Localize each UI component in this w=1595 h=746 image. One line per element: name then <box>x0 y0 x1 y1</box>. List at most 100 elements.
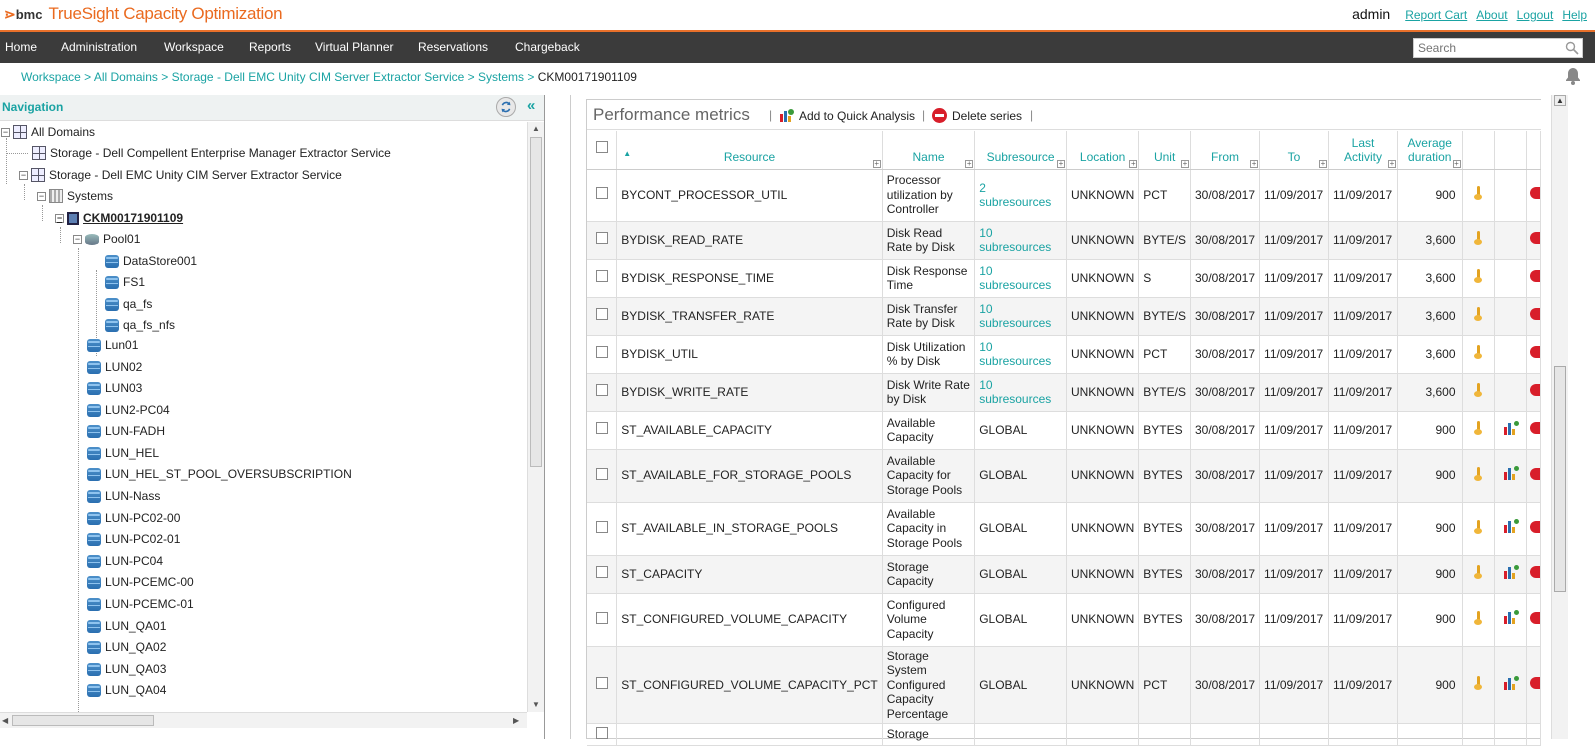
cell-subresource[interactable]: 10 subresources <box>974 221 1067 260</box>
delete-row-icon[interactable] <box>1530 611 1540 624</box>
add-chart-icon[interactable] <box>1503 564 1519 580</box>
delete-row-icon[interactable] <box>1530 677 1540 689</box>
menu-chargeback[interactable]: Chargeback <box>515 40 580 54</box>
scroll-up-arrow-icon[interactable]: ▲ <box>1554 95 1566 106</box>
row-checkbox[interactable] <box>595 187 608 200</box>
menu-administration[interactable]: Administration <box>61 40 137 54</box>
column-header-to[interactable]: To + <box>1259 131 1329 170</box>
table-row[interactable]: BYDISK_READ_RATE Disk Read Rate by Disk 10… <box>587 221 1542 260</box>
column-menu-icon[interactable]: + <box>1250 159 1259 168</box>
column-header-name[interactable]: Name + <box>882 131 976 170</box>
trend-icon[interactable] <box>1473 466 1483 482</box>
tree-node-lun[interactable]: LUN-PC04 <box>87 551 163 571</box>
tree-node-all-domains[interactable]: − All Domains <box>1 122 95 142</box>
trend-icon[interactable] <box>1473 185 1483 201</box>
column-menu-icon[interactable]: + <box>1129 159 1138 168</box>
scroll-up-arrow-icon[interactable]: ▲ <box>532 124 540 133</box>
navigation-horizontal-scrollbar[interactable]: ◀ ▶ <box>0 712 527 728</box>
row-checkbox[interactable] <box>595 270 608 283</box>
delete-row-icon[interactable] <box>1530 566 1540 579</box>
delete-row-icon[interactable] <box>1530 232 1540 245</box>
tree-node-filesystem[interactable]: FS1 <box>105 272 145 292</box>
delete-row-icon[interactable] <box>1530 520 1540 533</box>
collapse-toggle-icon[interactable]: − <box>37 191 46 201</box>
tree-node-lun[interactable]: LUN-Nass <box>87 486 160 506</box>
collapse-toggle-icon[interactable]: − <box>19 170 28 180</box>
delete-row-icon[interactable] <box>1530 422 1540 435</box>
tree-node-filesystem[interactable]: qa_fs <box>105 294 152 314</box>
column-header-subresource[interactable]: Subresource + <box>974 131 1067 170</box>
report-cart-link[interactable]: Report Cart <box>1405 8 1467 22</box>
row-checkbox[interactable] <box>595 232 608 245</box>
cell-subresource[interactable]: 2 subresources <box>974 169 1067 222</box>
collapse-toggle-icon[interactable]: − <box>1 127 10 137</box>
row-checkbox[interactable] <box>595 467 608 480</box>
collapse-panel-icon[interactable]: « <box>527 97 535 114</box>
trend-icon[interactable] <box>1473 564 1483 580</box>
trend-icon[interactable] <box>1473 382 1483 398</box>
table-row[interactable]: ST_AVAILABLE_IN_STORAGE_POOLS Available C… <box>587 502 1542 556</box>
bell-icon[interactable] <box>1563 66 1583 86</box>
table-row[interactable]: ST_CONFIGURED_VOLUME_CAPACITY_PCT Storage… <box>587 646 1542 724</box>
row-checkbox[interactable] <box>595 611 608 624</box>
scroll-right-arrow-icon[interactable]: ▶ <box>513 716 519 725</box>
delete-row-icon[interactable] <box>1530 187 1540 200</box>
table-row[interactable]: Storage <box>587 723 1542 746</box>
column-header-unit[interactable]: Unit + <box>1138 131 1191 170</box>
trend-icon[interactable] <box>1473 268 1483 284</box>
table-row[interactable]: BYDISK_TRANSFER_RATE Disk Transfer Rate b… <box>587 297 1542 336</box>
breadcrumb-workspace[interactable]: Workspace <box>21 70 81 84</box>
breadcrumb-all-domains[interactable]: All Domains <box>94 70 158 84</box>
menu-home[interactable]: Home <box>5 40 37 54</box>
tree-node-lun[interactable]: LUN_QA03 <box>87 659 166 679</box>
scroll-down-arrow-icon[interactable]: ▼ <box>532 700 540 709</box>
column-menu-icon[interactable]: + <box>1452 159 1461 168</box>
table-row[interactable]: BYDISK_UTIL Disk Utilization % by Disk 10 s… <box>587 335 1542 374</box>
add-chart-icon[interactable] <box>1503 466 1519 481</box>
column-header-resource[interactable]: ▲ Resource + <box>616 131 883 170</box>
help-link[interactable]: Help <box>1562 8 1587 22</box>
tree-node-lun[interactable]: LUN_HEL_ST_POOL_OVERSUBSCRIPTION <box>87 464 352 484</box>
tree-node-lun[interactable]: LUN-PCEMC-01 <box>87 594 194 614</box>
delete-row-icon[interactable] <box>1530 308 1540 321</box>
scrollbar-thumb[interactable] <box>530 137 542 467</box>
main-vertical-scrollbar[interactable]: ▲ <box>1551 95 1568 739</box>
row-checkbox[interactable] <box>595 384 608 397</box>
menu-reports[interactable]: Reports <box>249 40 291 54</box>
menu-reservations[interactable]: Reservations <box>418 40 488 54</box>
table-row[interactable]: ST_AVAILABLE_CAPACITY Available Capacity G… <box>587 411 1542 450</box>
tree-node-filesystem[interactable]: qa_fs_nfs <box>105 315 175 335</box>
tree-node-lun[interactable]: LUN-PC02-00 <box>87 508 180 528</box>
delete-series-button[interactable]: Delete series <box>932 108 1022 123</box>
search-input[interactable] <box>1414 39 1564 57</box>
cell-subresource[interactable]: 10 subresources <box>974 335 1067 374</box>
collapse-toggle-icon[interactable]: − <box>73 234 82 244</box>
collapse-toggle-icon[interactable]: − <box>55 213 64 223</box>
row-checkbox[interactable] <box>595 308 608 321</box>
table-row[interactable]: BYCONT_PROCESSOR_UTIL Processor utilizati… <box>587 169 1542 222</box>
trend-icon[interactable] <box>1473 306 1483 322</box>
menu-workspace[interactable]: Workspace <box>164 40 224 54</box>
tree-node-pool[interactable]: − Pool01 <box>73 229 140 249</box>
trend-icon[interactable] <box>1473 420 1483 436</box>
tree-node-lun[interactable]: LUN03 <box>87 378 142 398</box>
tree-node-lun[interactable]: LUN-FADH <box>87 421 165 441</box>
tree-node-lun[interactable]: LUN_QA02 <box>87 637 166 657</box>
table-row[interactable]: BYDISK_RESPONSE_TIME Disk Response Time 10… <box>587 259 1542 298</box>
tree-node-lun[interactable]: LUN_HEL <box>87 443 159 463</box>
column-header-from[interactable]: From + <box>1190 131 1261 170</box>
tree-node-filesystem[interactable]: DataStore001 <box>105 251 197 271</box>
tree-node-lun[interactable]: Lun01 <box>87 335 138 355</box>
delete-row-icon[interactable] <box>1530 467 1540 480</box>
row-checkbox[interactable] <box>595 422 608 435</box>
tree-node-domain[interactable]: Storage - Dell Compellent Enterprise Man… <box>32 143 391 163</box>
delete-row-icon[interactable] <box>1530 346 1540 359</box>
table-row[interactable]: BYDISK_WRITE_RATE Disk Write Rate by Disk… <box>587 373 1542 412</box>
trend-icon[interactable] <box>1473 230 1483 246</box>
column-menu-icon[interactable]: + <box>965 159 974 168</box>
column-header-location[interactable]: Location + <box>1066 131 1140 170</box>
tree-node-lun[interactable]: LUN_QA04 <box>87 680 166 700</box>
add-chart-icon[interactable] <box>1503 675 1519 691</box>
logout-link[interactable]: Logout <box>1517 8 1554 22</box>
trend-icon[interactable] <box>1473 344 1483 360</box>
